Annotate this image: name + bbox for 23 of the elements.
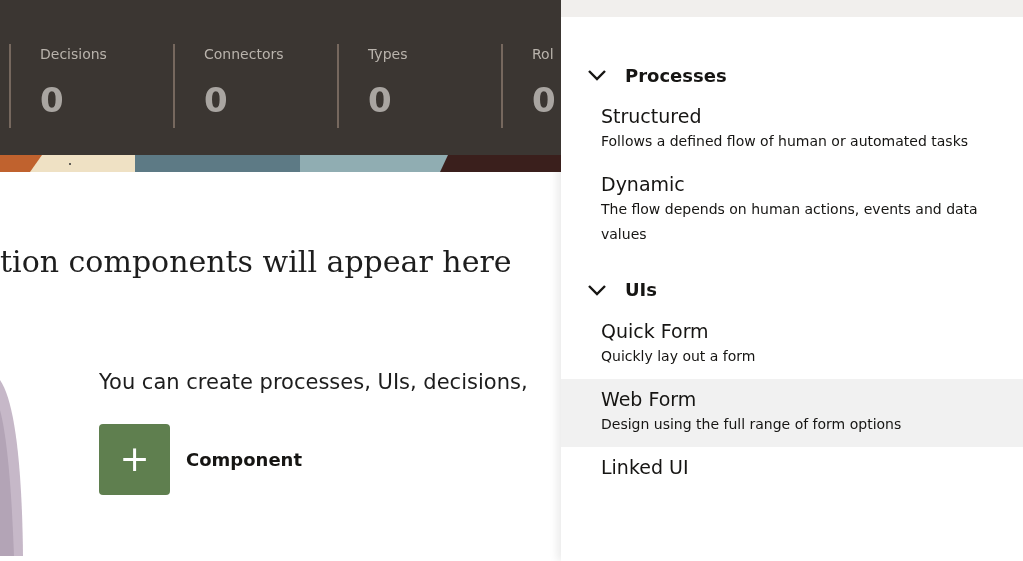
stat-value: 0	[532, 83, 557, 117]
stat-label: Connectors	[204, 45, 285, 64]
section-title: UIs	[625, 278, 658, 303]
chevron-icon	[587, 283, 607, 296]
empty-state-message: You can create processes, UIs, decisions,	[99, 369, 529, 396]
menu-item[interactable]: Linked UI	[561, 446, 1023, 490]
section-title: Processes	[625, 63, 727, 88]
stat-label: Types	[368, 45, 409, 64]
section-header[interactable]: Processes	[561, 54, 1023, 96]
chevron-icon	[587, 69, 607, 81]
add-button[interactable]: +	[99, 423, 170, 495]
stat-label: Decisions	[40, 45, 108, 64]
menu-item[interactable]: Structured Follows a defined flow of human or automated tasks	[561, 96, 1023, 164]
add-label: Component	[186, 447, 303, 472]
empty-state-heading: tion components will appear here	[0, 244, 513, 280]
stat-value: 0	[204, 83, 229, 117]
menu-item[interactable]: Web Form Design using the full range of form options	[561, 378, 1023, 447]
stat-value: 0	[40, 83, 65, 117]
menu-item[interactable]: Dynamic The flow depends on human actions, events and data values	[561, 163, 1023, 257]
menu-item[interactable]: Quick Form Quickly lay out a form	[561, 310, 1023, 379]
stat-label: Rol	[532, 45, 555, 64]
stat-value: 0	[368, 83, 393, 117]
section-header[interactable]: UIs	[561, 268, 1023, 311]
